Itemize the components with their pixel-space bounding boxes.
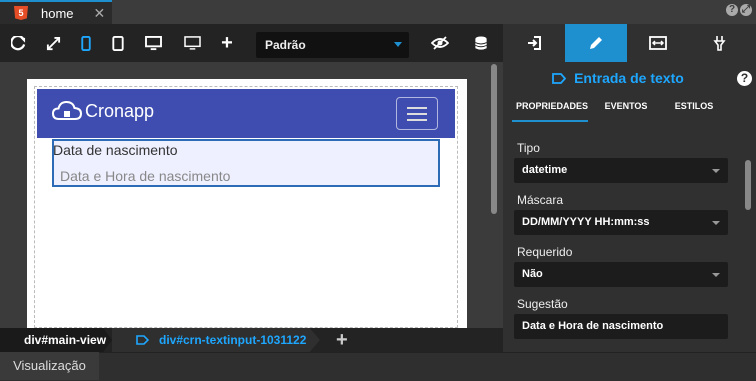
chevron-down-icon (712, 273, 720, 277)
database-icon[interactable] (466, 24, 496, 62)
size-select-value: Padrão (265, 38, 306, 52)
prop-label-requerido: Requerido (517, 245, 573, 259)
tab-bar (0, 0, 756, 24)
canvas-scrollbar[interactable] (491, 64, 497, 214)
tab-close-icon[interactable]: ✕ (94, 5, 106, 22)
tag-icon (136, 335, 149, 345)
tag-icon (552, 73, 567, 84)
tab-events[interactable]: EVENTOS (598, 101, 654, 121)
prop-input-sugestao[interactable]: Data e Hora de nascimento (514, 314, 728, 339)
enter-icon[interactable] (503, 24, 565, 62)
desktop-icon[interactable] (138, 24, 168, 62)
chevron-down-icon (712, 221, 720, 225)
help-icon[interactable]: ? (726, 4, 738, 16)
tab-styles[interactable]: ESTILOS (674, 101, 714, 121)
edit-icon[interactable] (565, 24, 627, 62)
html5-icon: 5 (14, 6, 28, 20)
prop-select-tipo[interactable]: datetime (514, 158, 728, 183)
breadcrumb-textinput[interactable]: div#crn-textinput-1031122 (112, 328, 320, 352)
brand-name: Cronapp (85, 100, 155, 121)
chevron-down-icon (394, 42, 402, 47)
resize-icon[interactable] (627, 24, 689, 62)
prop-select-requerido[interactable]: Não (514, 262, 728, 287)
size-select[interactable]: Padrão (256, 32, 409, 58)
prop-value-tipo: datetime (522, 164, 568, 176)
prop-label-mascara: Máscara (517, 193, 564, 207)
breadcrumb-main-view[interactable]: div#main-view (0, 328, 112, 352)
fullscreen-icon[interactable] (38, 24, 68, 62)
visualization-tab[interactable]: Visualização (0, 352, 99, 380)
active-tab-underline (512, 120, 588, 122)
mobile-icon[interactable] (71, 24, 101, 62)
window-icons: ? ⤢ (726, 4, 752, 16)
hide-icon[interactable] (425, 24, 455, 62)
component-title-text: Entrada de texto (574, 70, 684, 86)
prop-value-requerido: Não (522, 268, 543, 280)
cloud-icon (52, 100, 82, 120)
prop-value-sugestao: Data e Hora de nascimento (522, 320, 664, 332)
tab-properties[interactable]: PROPRIEDADES (512, 101, 592, 121)
hamburger-menu-icon[interactable] (396, 97, 438, 130)
tab-home[interactable]: 5 home ✕ (0, 0, 112, 24)
brand-logo: Cronapp (52, 100, 154, 122)
prop-label-sugestao: Sugestão (517, 297, 568, 311)
refresh-icon[interactable] (3, 24, 33, 62)
field-input-placeholder[interactable]: Data e Hora de nascimento (60, 168, 230, 184)
prop-select-mascara[interactable]: DD/MM/YYYY HH:mm:ss (514, 210, 728, 235)
panel-scrollbar[interactable] (745, 160, 751, 210)
expand-icon[interactable]: ⤢ (740, 4, 752, 16)
breadcrumb-add-button[interactable]: + (336, 328, 348, 352)
breadcrumb-textinput-label: div#crn-textinput-1031122 (159, 333, 307, 347)
help-icon[interactable]: ? (737, 71, 752, 86)
prop-value-mascara: DD/MM/YYYY HH:mm:ss (522, 216, 650, 228)
tab-title: home (41, 5, 74, 21)
magic-wand-icon[interactable] (689, 24, 751, 62)
tablet-icon[interactable] (103, 24, 133, 62)
component-title: Entrada de texto (503, 70, 733, 86)
chevron-down-icon (712, 169, 720, 173)
add-icon[interactable]: + (212, 24, 242, 62)
status-bar (0, 352, 756, 381)
monitor-icon[interactable] (177, 24, 207, 62)
prop-label-tipo: Tipo (517, 141, 540, 155)
field-label: Data de nascimento (53, 142, 178, 158)
